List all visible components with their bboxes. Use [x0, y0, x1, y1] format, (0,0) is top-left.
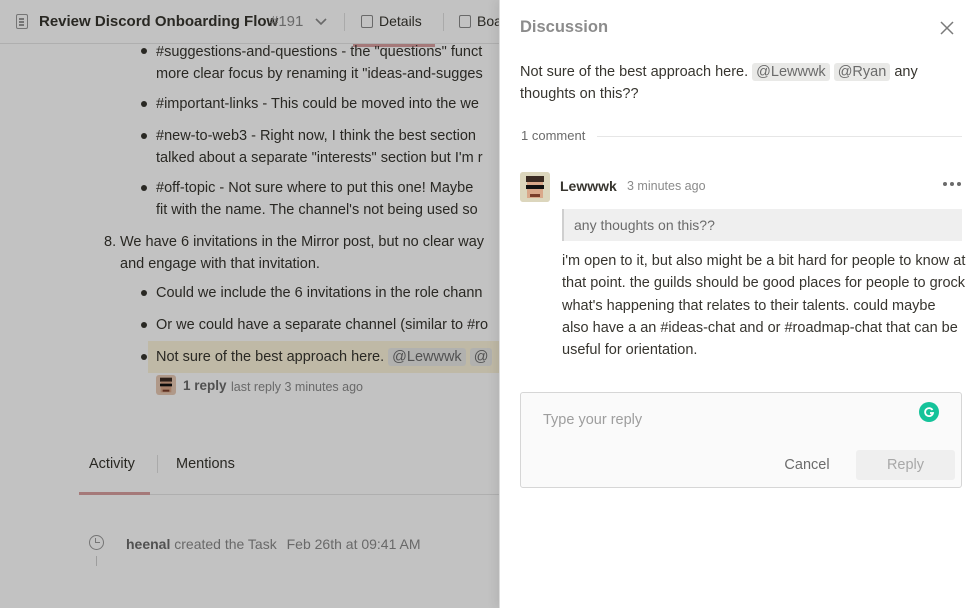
discussion-panel: Discussion Not sure of the best approach… — [499, 0, 976, 608]
context-text: Not sure of the best approach here. — [520, 64, 749, 80]
panel-title: Discussion — [520, 18, 609, 36]
cancel-button[interactable]: Cancel — [767, 451, 847, 479]
discussion-context: Not sure of the best approach here. @Lew… — [520, 61, 960, 105]
reply-button[interactable]: Reply — [856, 450, 955, 480]
comment-author[interactable]: Lewwwk — [560, 178, 617, 194]
comment-quote: any thoughts on this?? — [562, 209, 962, 241]
reply-input[interactable] — [543, 409, 913, 431]
comment-count: 1 comment — [521, 128, 586, 143]
mention[interactable]: @Lewwwk — [752, 63, 830, 81]
close-icon[interactable] — [939, 20, 955, 36]
reply-box: Cancel Reply — [520, 392, 962, 488]
grammarly-icon[interactable] — [919, 402, 939, 422]
avatar — [520, 172, 550, 202]
mention[interactable]: @Ryan — [833, 63, 891, 81]
modal-backdrop[interactable] — [0, 0, 500, 608]
comment-body: i'm open to it, but also might be a bit … — [562, 253, 966, 359]
more-icon[interactable] — [943, 182, 961, 190]
comment-time: 3 minutes ago — [627, 179, 706, 193]
divider — [597, 136, 962, 137]
